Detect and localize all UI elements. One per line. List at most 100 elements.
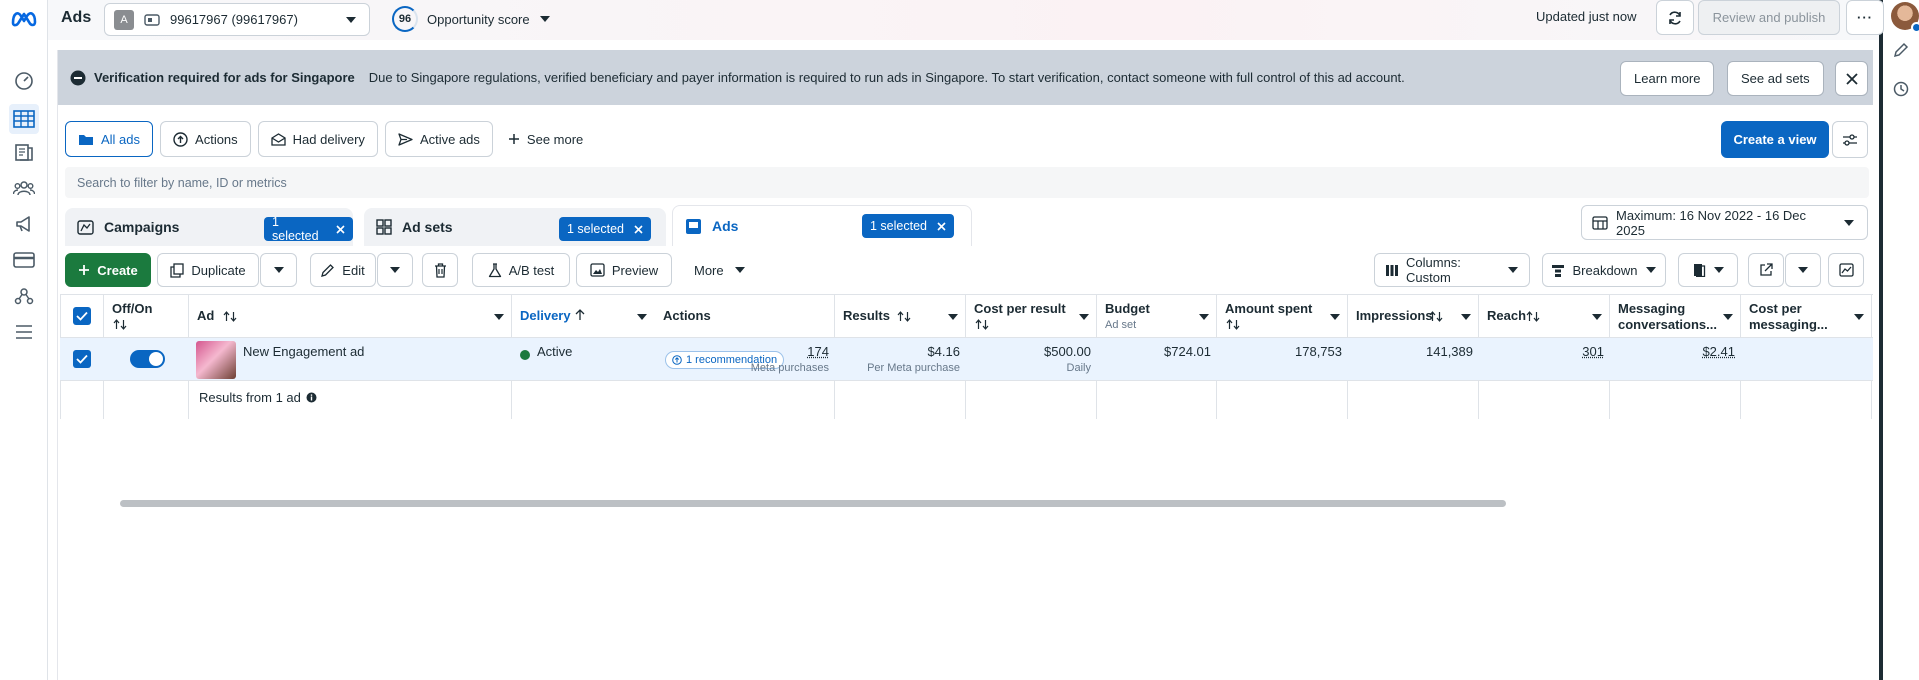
view-all-ads[interactable]: All ads — [65, 121, 153, 157]
chevron-down-icon[interactable] — [1461, 314, 1471, 320]
view-settings-button[interactable] — [1832, 121, 1868, 158]
header-results[interactable]: Results — [835, 294, 966, 338]
table-row[interactable]: New Engagement ad Active 1 recommendatio… — [60, 338, 1873, 381]
dashboard-gauge-icon[interactable] — [12, 68, 36, 92]
chevron-down-icon[interactable] — [1592, 314, 1602, 320]
close-icon[interactable] — [634, 225, 643, 234]
sort-icon[interactable] — [1226, 319, 1240, 330]
tab-campaigns[interactable]: Campaigns 1 selected — [65, 208, 353, 246]
info-icon[interactable] — [306, 392, 317, 403]
ad-thumbnail[interactable] — [196, 341, 236, 379]
duplicate-button[interactable]: Duplicate — [157, 253, 259, 287]
horizontal-scrollbar[interactable] — [120, 500, 1506, 507]
duplicate-dropdown[interactable] — [260, 253, 297, 287]
sort-icon[interactable] — [223, 311, 237, 322]
header-budget[interactable]: Budget Ad set — [1097, 294, 1217, 338]
close-banner-button[interactable] — [1835, 61, 1868, 96]
create-button[interactable]: Create — [65, 253, 151, 287]
ab-test-button[interactable]: A/B test — [472, 253, 570, 287]
sort-ascending-icon[interactable] — [575, 309, 585, 321]
ad-on-off-toggle[interactable] — [130, 350, 165, 368]
opportunity-score-button[interactable]: 96 Opportunity score — [392, 6, 551, 32]
chevron-down-icon[interactable] — [1330, 314, 1340, 320]
reports-icon[interactable] — [12, 140, 36, 164]
header-impressions[interactable]: Impressions — [1348, 294, 1479, 338]
cost-per-messaging-value[interactable]: $2.41 — [1702, 344, 1735, 359]
chevron-down-icon[interactable] — [1723, 314, 1733, 320]
header-actions[interactable]: Actions — [655, 294, 835, 338]
results-type: Meta purchases — [751, 362, 829, 374]
folder-icon — [78, 133, 94, 146]
delete-button[interactable] — [422, 253, 458, 287]
edit-pencil-icon[interactable] — [1893, 42, 1909, 58]
see-ad-sets-button[interactable]: See ad sets — [1727, 61, 1824, 96]
refresh-button[interactable] — [1656, 0, 1694, 35]
view-active-ads[interactable]: Active ads — [385, 121, 493, 157]
sort-icon[interactable] — [113, 319, 127, 330]
header-reach[interactable]: Reach — [1479, 294, 1610, 338]
review-and-publish-button[interactable]: Review and publish — [1698, 0, 1840, 35]
columns-button[interactable]: Columns: Custom — [1374, 253, 1530, 287]
sort-icon[interactable] — [897, 311, 911, 322]
history-clock-icon[interactable] — [1893, 81, 1909, 97]
header-cost-per-messaging[interactable]: Cost per messaging... — [1741, 294, 1872, 338]
campaigns-selected-chip[interactable]: 1 selected — [264, 217, 353, 241]
billing-card-icon[interactable] — [12, 248, 36, 272]
charts-button[interactable] — [1828, 253, 1864, 287]
export-dropdown[interactable] — [1785, 253, 1821, 287]
chevron-down-icon[interactable] — [494, 314, 504, 320]
meta-logo-icon[interactable] — [10, 9, 38, 27]
ads-manager-table-icon[interactable] — [9, 104, 39, 134]
ad-cell[interactable]: New Engagement ad — [189, 338, 512, 381]
header-cost-per-result[interactable]: Cost per result — [966, 294, 1097, 338]
messaging-conversations-value[interactable]: 301 — [1582, 344, 1604, 359]
sort-icon[interactable] — [975, 319, 989, 330]
tab-ads[interactable]: Ads 1 selected — [672, 205, 972, 246]
ads-selected-chip[interactable]: 1 selected — [862, 214, 954, 238]
row-checkbox[interactable] — [73, 350, 91, 368]
close-icon[interactable] — [937, 222, 946, 231]
reports-dropdown-button[interactable] — [1678, 253, 1738, 287]
chevron-down-icon[interactable] — [1199, 314, 1209, 320]
header-ad[interactable]: Ad — [189, 294, 512, 338]
chevron-down-icon[interactable] — [948, 314, 958, 320]
breakdown-button[interactable]: Breakdown — [1542, 253, 1666, 287]
chevron-down-icon[interactable] — [637, 314, 647, 320]
more-options-button[interactable]: ··· — [1846, 0, 1884, 35]
view-had-delivery[interactable]: Had delivery — [258, 121, 378, 157]
campaign-megaphone-icon[interactable] — [12, 212, 36, 236]
chevron-down-icon[interactable] — [1079, 314, 1089, 320]
see-more-views-button[interactable]: See more — [500, 121, 591, 157]
results-value[interactable]: 174 — [807, 344, 829, 359]
edit-button[interactable]: Edit — [310, 253, 376, 287]
header-select-all[interactable] — [60, 294, 104, 338]
sort-icon[interactable] — [1526, 311, 1540, 322]
edit-dropdown[interactable] — [377, 253, 413, 287]
create-view-button[interactable]: Create a view — [1721, 121, 1829, 158]
date-range-picker[interactable]: Maximum: 16 Nov 2022 - 16 Dec 2025 — [1581, 205, 1868, 240]
sort-icon[interactable] — [1429, 311, 1443, 322]
see-more-label: See more — [527, 132, 583, 147]
chevron-down-icon[interactable] — [1854, 314, 1864, 320]
header-delivery[interactable]: Delivery — [512, 294, 655, 338]
header-off-on[interactable]: Off/On — [104, 294, 189, 338]
menu-icon[interactable] — [12, 320, 36, 344]
view-actions[interactable]: Actions — [160, 121, 251, 157]
search-input[interactable]: Search to filter by name, ID or metrics — [65, 167, 1869, 198]
header-messaging-conversations[interactable]: Messaging conversations... — [1610, 294, 1741, 338]
preview-button[interactable]: Preview — [576, 253, 672, 287]
user-avatar[interactable] — [1891, 2, 1919, 30]
ad-name-link[interactable]: New Engagement ad — [243, 344, 364, 359]
tab-ad-sets[interactable]: Ad sets 1 selected — [364, 208, 666, 246]
audiences-icon[interactable] — [12, 176, 36, 200]
more-actions-button[interactable]: More — [694, 253, 746, 287]
export-button[interactable] — [1748, 253, 1784, 287]
ad-sets-selected-chip[interactable]: 1 selected — [559, 217, 651, 241]
close-icon[interactable] — [336, 225, 345, 234]
learn-more-button[interactable]: Learn more — [1620, 61, 1714, 96]
business-settings-icon[interactable] — [12, 284, 36, 308]
header-amount-spent[interactable]: Amount spent — [1217, 294, 1348, 338]
checkbox-checked-icon[interactable] — [73, 307, 91, 325]
budget-value[interactable]: $500.00 — [1044, 344, 1091, 359]
ad-account-selector[interactable]: A 99617967 (99617967) — [104, 3, 370, 36]
